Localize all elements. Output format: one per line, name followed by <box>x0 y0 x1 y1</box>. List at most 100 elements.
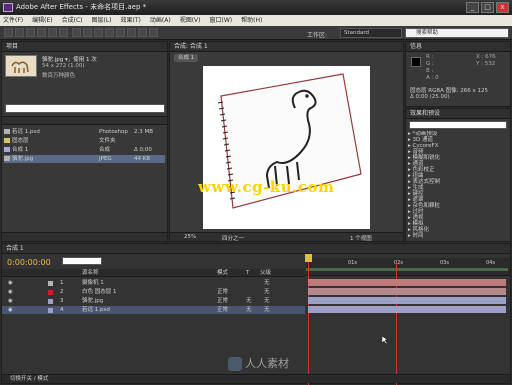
color-swatch <box>411 57 421 67</box>
info-tab[interactable]: 信息 <box>406 42 510 52</box>
menu-layer[interactable]: 图层(L) <box>92 15 112 26</box>
project-tab-label: 项目 <box>6 43 19 50</box>
effects-tab[interactable]: 效果和预设 <box>406 109 510 119</box>
timeline-layer-row[interactable]: ◉ 4 若远 1.psd 正常 无 无 <box>2 306 305 314</box>
layer-duration-bars <box>306 279 510 319</box>
layer-duration-bar[interactable] <box>308 297 506 304</box>
close-button[interactable]: x <box>496 2 509 13</box>
toggle-switches-modes-button[interactable]: 切换开关 / 模式 <box>10 375 48 384</box>
menu-composition[interactable]: 合成(C) <box>62 15 83 26</box>
info-footer-line1: 固态层 RGBA 图像: 266 x 125 <box>410 88 488 94</box>
project-item[interactable]: 若远 1.psd Photoshop 2.3 MB <box>4 128 165 136</box>
time-ruler[interactable]: 01s 02s 03s 04s <box>306 258 510 276</box>
project-search-input[interactable] <box>5 104 165 113</box>
resolution-select[interactable]: 四分之一 <box>222 234 244 242</box>
layer-name[interactable]: 白色 固态层 1 <box>82 288 117 296</box>
selection-tool-icon[interactable] <box>4 28 13 37</box>
ruler-tick-4s: 04s <box>486 260 495 266</box>
project-item[interactable]: 合成 1 合成 Δ 0;00 <box>4 146 165 154</box>
layer-label-color[interactable] <box>48 308 53 313</box>
project-tab[interactable]: 项目 <box>2 42 167 52</box>
timeline-timecode[interactable]: 0:00:00:00 <box>7 258 51 267</box>
menu-edit[interactable]: 编辑(E) <box>32 15 52 26</box>
layer-duration-bar[interactable] <box>308 279 506 286</box>
layer-label-color[interactable] <box>48 299 53 304</box>
timeline-tab[interactable]: 合成 1 <box>2 244 510 254</box>
menu-file[interactable]: 文件(F) <box>3 15 23 26</box>
project-column-header[interactable] <box>2 116 167 125</box>
eraser-tool-icon[interactable] <box>127 28 136 37</box>
ruler-tick-3s: 03s <box>440 260 449 266</box>
puppet-tool-icon[interactable] <box>149 28 158 37</box>
layer-duration-bar[interactable] <box>308 306 506 313</box>
layer-trkmat[interactable]: 无 <box>246 306 252 314</box>
layer-number: 1 <box>60 280 64 286</box>
layer-parent[interactable]: 无 <box>264 297 270 305</box>
timeline-layer-row[interactable]: ◉ 2 白色 固态层 1 正常 无 <box>2 288 305 296</box>
layer-name[interactable]: 摄像机 1 <box>82 279 104 287</box>
timeline-layer-row[interactable]: ◉ 3 骆驼.jpg 正常 无 无 <box>2 297 305 305</box>
timeline-layer-row[interactable]: ◉ 1 摄像机 1 无 <box>2 279 305 287</box>
layer-name[interactable]: 若远 1.psd <box>82 306 110 314</box>
layer-list: ◉ 1 摄像机 1 无 ◉ 2 白色 固态层 1 正常无 ◉ 3 骆驼.jpg 正常无无 ◉ 4 若远 1.… <box>2 279 305 319</box>
menu-window[interactable]: 窗口(W) <box>209 15 232 26</box>
minimize-button[interactable]: _ <box>466 2 479 13</box>
mask-tool-icon[interactable] <box>72 28 81 37</box>
layer-mode[interactable]: 正常 <box>217 297 228 305</box>
layer-visibility-icon[interactable]: ◉ <box>8 306 13 314</box>
effects-search-input[interactable] <box>409 121 507 129</box>
layer-duration-bar[interactable] <box>308 288 506 295</box>
workspace-select[interactable]: Standard <box>340 28 402 38</box>
project-item-name: 固态层 <box>12 138 29 144</box>
effect-category-item[interactable]: ▸ 时间 <box>408 233 508 239</box>
project-item-selected[interactable]: 骆驼.jpg JPEG 44 KB <box>4 155 165 163</box>
layer-label-color[interactable] <box>48 290 53 295</box>
zoom-tool-icon[interactable] <box>26 28 35 37</box>
project-panel: 项目 骆驼.jpg ▾，使用 1 次 54 x 272 (1.00) 数百万种颜… <box>1 41 168 242</box>
project-item-type: 合成 <box>99 147 111 153</box>
rotate-tool-icon[interactable] <box>37 28 46 37</box>
composition-canvas[interactable] <box>203 66 370 229</box>
layer-label-color[interactable] <box>48 281 53 286</box>
menu-animation[interactable]: 动画(A) <box>150 15 171 26</box>
layer-visibility-icon[interactable]: ◉ <box>8 279 13 287</box>
zoom-select[interactable]: 25% <box>184 234 196 240</box>
help-search-input[interactable]: 搜索帮助 <box>405 28 509 38</box>
layer-parent[interactable]: 无 <box>264 288 270 296</box>
menu-help[interactable]: 帮助(H) <box>241 15 262 26</box>
timeline-tab-label: 合成 1 <box>6 245 24 252</box>
layer-name[interactable]: 骆驼.jpg <box>82 297 103 305</box>
work-area-bar[interactable] <box>306 268 508 271</box>
layer-parent[interactable]: 无 <box>264 279 270 287</box>
layer-visibility-icon[interactable]: ◉ <box>8 297 13 305</box>
maximize-button[interactable]: □ <box>481 2 494 13</box>
pen-tool-icon[interactable] <box>83 28 92 37</box>
text-tool-icon[interactable] <box>94 28 103 37</box>
layer-parent[interactable]: 无 <box>264 306 270 314</box>
layer-trkmat[interactable]: 无 <box>246 297 252 305</box>
menu-view[interactable]: 视图(V) <box>180 15 201 26</box>
project-item[interactable]: 固态层 文件夹 <box>4 137 165 145</box>
col-source-name[interactable]: 源名称 <box>82 269 99 277</box>
timeline-search-input[interactable] <box>62 257 102 265</box>
clone-tool-icon[interactable] <box>116 28 125 37</box>
roto-brush-tool-icon[interactable] <box>138 28 147 37</box>
brush-tool-icon[interactable] <box>105 28 114 37</box>
project-item-size: 44 KB <box>134 156 151 162</box>
col-t[interactable]: T <box>246 269 249 277</box>
camera-tool-icon[interactable] <box>48 28 57 37</box>
effects-presets-panel: 效果和预设 ▸ *动画预设 ▸ 3D 通道 ▸ CycoreFX ▸ 音频 ▸ 模糊和锐… <box>405 108 511 242</box>
layer-mode[interactable]: 正常 <box>217 288 228 296</box>
layer-visibility-icon[interactable]: ◉ <box>8 288 13 296</box>
layer-mode[interactable]: 正常 <box>217 306 228 314</box>
composition-breadcrumb[interactable]: 合成 1 <box>174 54 199 62</box>
col-mode[interactable]: 模式 <box>217 269 228 277</box>
col-parent[interactable]: 父级 <box>260 269 271 277</box>
menu-effect[interactable]: 效果(T) <box>121 15 141 26</box>
project-preview-thumbnail <box>5 55 37 77</box>
pan-behind-tool-icon[interactable] <box>59 28 68 37</box>
current-time-indicator-head[interactable] <box>305 254 312 262</box>
composition-tab[interactable]: 合成: 合成 1 <box>170 42 403 52</box>
hand-tool-icon[interactable] <box>15 28 24 37</box>
view-layout-select[interactable]: 1 个视图 <box>350 234 372 242</box>
